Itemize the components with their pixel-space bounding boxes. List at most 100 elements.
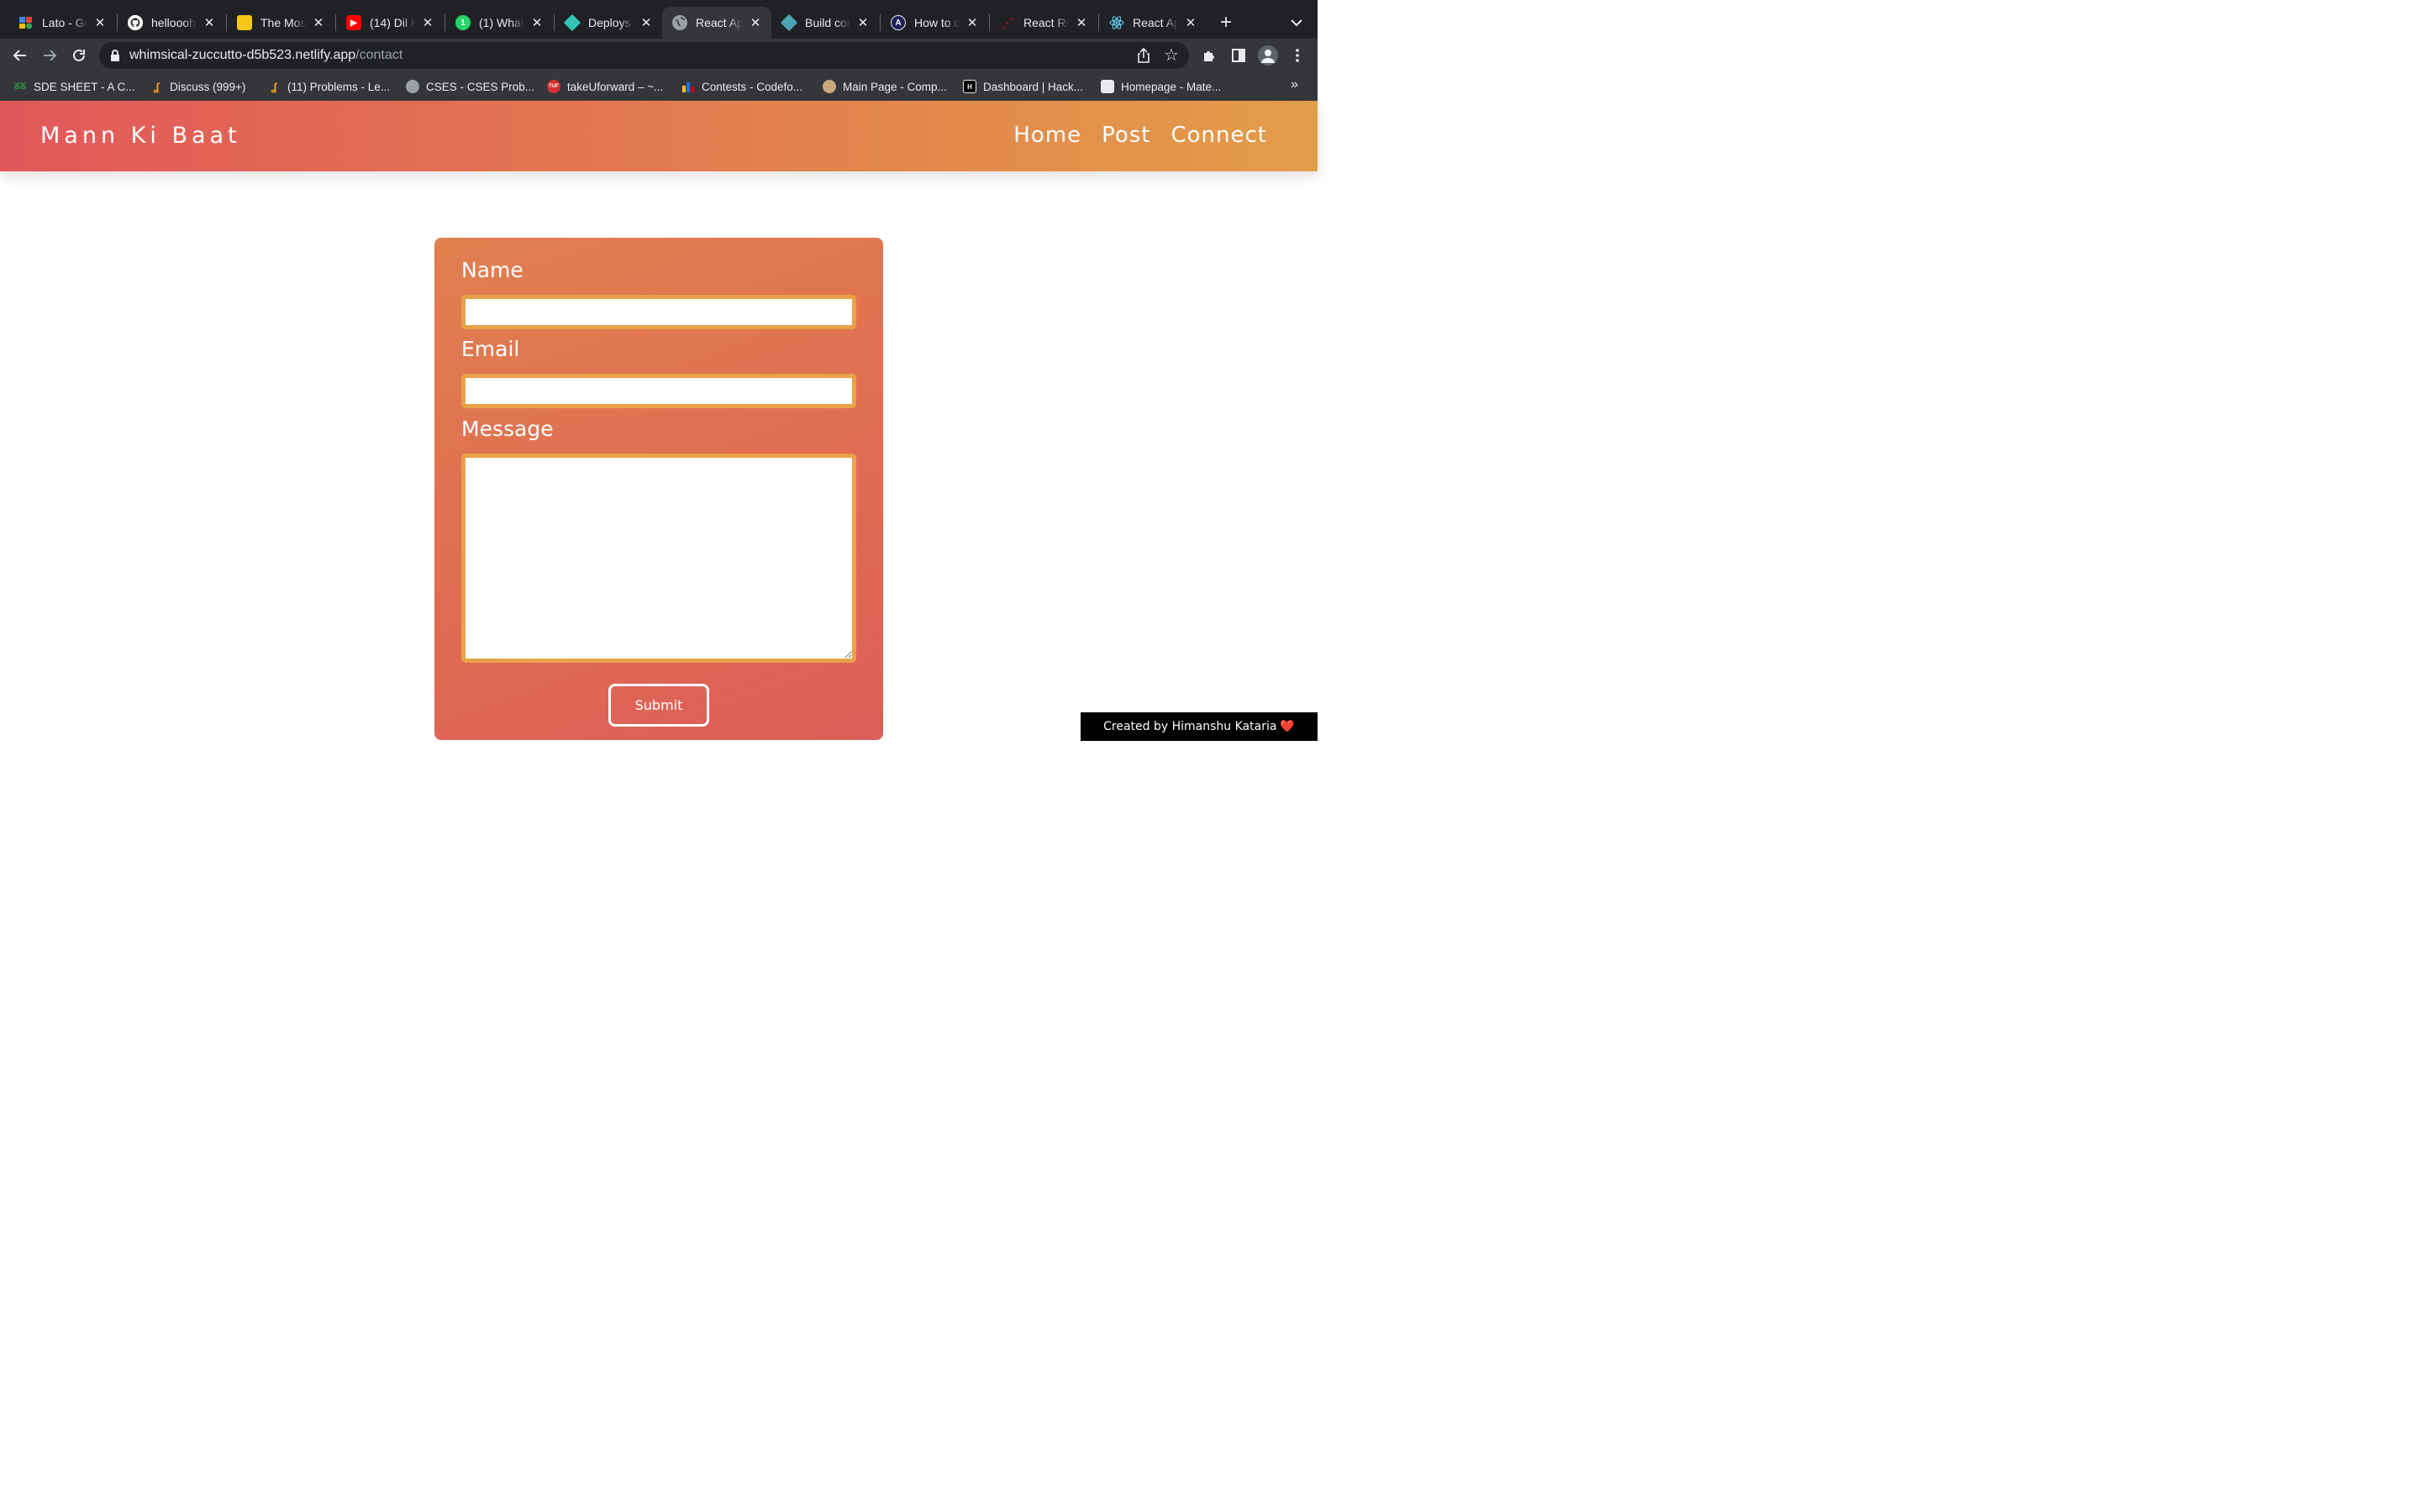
netlify-icon xyxy=(780,13,798,32)
whatsapp-icon: 1 xyxy=(455,15,471,30)
tab[interactable]: 1 (1) WhatsApp ✕ xyxy=(445,7,553,39)
site-navbar: Mann Ki Baat Home Post Connect xyxy=(0,101,1318,171)
bookmark-item[interactable]: Contests - Codefo... xyxy=(681,78,802,95)
close-icon[interactable]: ✕ xyxy=(1074,15,1089,30)
tab-title: The Most xyxy=(260,16,306,29)
url-host: whimsical-zuccutto-d5b523.netlify.app xyxy=(129,48,356,62)
close-icon[interactable]: ✕ xyxy=(202,15,217,30)
tab[interactable]: ⋰ React Router ✕ xyxy=(990,7,1097,39)
tab-search-chevron-icon[interactable] xyxy=(1287,13,1306,32)
gfg-icon: ᘜᘜ xyxy=(13,81,27,92)
site-brand[interactable]: Mann Ki Baat xyxy=(40,123,241,149)
bookmark-label: Dashboard | Hack... xyxy=(983,80,1084,93)
tab-title: React Router xyxy=(1023,16,1069,29)
bookmark-label: Main Page - Comp... xyxy=(843,80,947,93)
submit-button[interactable]: Submit xyxy=(608,684,709,727)
a-icon: A xyxy=(891,15,906,30)
email-label: Email xyxy=(461,337,520,361)
bookmark-label: Discuss (999+) xyxy=(170,80,246,93)
tab[interactable]: Lato - Google Fonts ✕ xyxy=(8,7,116,39)
youtube-icon: ▶ xyxy=(346,15,361,30)
browser-toolbar: whimsical-zuccutto-d5b523.netlify.app/co… xyxy=(0,39,1318,72)
tab[interactable]: React App ✕ xyxy=(1099,7,1207,39)
bookmark-label: CSES - CSES Prob... xyxy=(426,80,535,93)
heart-icon: ❤️ xyxy=(1280,720,1295,733)
hackerrank-icon: H xyxy=(963,80,976,93)
bookmark-item[interactable]: CSES - CSES Prob... xyxy=(406,78,534,95)
bookmark-item[interactable]: ᘜᘜ SDE SHEET - A C... xyxy=(13,78,135,95)
nav-link-post[interactable]: Post xyxy=(1102,123,1150,148)
globe-icon xyxy=(672,15,687,30)
tab-strip: Lato - Google Fonts ✕ hellooohk ✕ The Mo… xyxy=(0,0,1318,39)
tab-title: Build config xyxy=(805,16,850,29)
close-icon[interactable]: ✕ xyxy=(420,15,435,30)
side-panel-icon[interactable] xyxy=(1227,44,1250,67)
profile-avatar[interactable] xyxy=(1256,44,1280,67)
bookmark-item[interactable]: ʆ Discuss (999+) xyxy=(150,78,245,95)
credit-badge: Created by Himanshu Kataria ❤️ xyxy=(1081,712,1318,741)
close-icon[interactable]: ✕ xyxy=(1183,15,1198,30)
message-textarea[interactable] xyxy=(461,454,856,663)
nav-link-home[interactable]: Home xyxy=(1013,123,1081,148)
netlify-icon xyxy=(563,13,581,32)
tab[interactable]: Deploys | Netlify ✕ xyxy=(555,7,662,39)
address-bar[interactable]: whimsical-zuccutto-d5b523.netlify.app/co… xyxy=(99,42,1189,69)
codeforces-icon xyxy=(681,80,695,93)
bookmark-star-icon[interactable]: ☆ xyxy=(1162,46,1181,65)
browser-chrome: Lato - Google Fonts ✕ hellooohk ✕ The Mo… xyxy=(0,0,1318,101)
tab-title: How to deploy xyxy=(914,16,960,29)
close-icon[interactable]: ✕ xyxy=(311,15,326,30)
bookmark-item[interactable]: Homepage - Mate... xyxy=(1101,78,1221,95)
back-arrow-icon[interactable] xyxy=(8,44,32,67)
email-input[interactable] xyxy=(461,374,856,408)
tab-active[interactable]: React App ✕ xyxy=(662,7,771,39)
close-icon[interactable]: ✕ xyxy=(855,15,871,30)
url-text[interactable]: whimsical-zuccutto-d5b523.netlify.app/co… xyxy=(129,48,402,63)
url-path: /contact xyxy=(355,48,403,62)
tuf-icon: TUF xyxy=(547,80,560,93)
tab[interactable]: A How to deploy ✕ xyxy=(881,7,988,39)
tab-title: React App xyxy=(1133,16,1178,29)
bookmark-label: takeUforward – ~... xyxy=(567,80,664,93)
reload-icon[interactable] xyxy=(67,44,91,67)
tab-title: Lato - Google Fonts xyxy=(42,16,87,29)
close-icon[interactable]: ✕ xyxy=(92,15,108,30)
extensions-puzzle-icon[interactable] xyxy=(1197,44,1221,67)
tab[interactable]: The Most ✕ xyxy=(227,7,334,39)
bookmarks-bar: ᘜᘜ SDE SHEET - A C... ʆ Discuss (999+) ʆ (1… xyxy=(0,72,1318,101)
more-bookmarks-chevron-icon[interactable]: » xyxy=(1291,77,1298,92)
bookmark-item[interactable]: ʆ (11) Problems - Le... xyxy=(267,78,390,95)
close-icon[interactable]: ✕ xyxy=(639,15,654,30)
globe-icon xyxy=(406,80,419,93)
nav-link-connect[interactable]: Connect xyxy=(1171,123,1267,148)
bookmark-item[interactable]: TUF takeUforward – ~... xyxy=(547,78,663,95)
credit-text: Created by Himanshu Kataria xyxy=(1103,720,1277,733)
bookmark-icon xyxy=(237,15,252,30)
site-nav: Home Post Connect xyxy=(1013,123,1267,148)
google-fonts-icon xyxy=(18,15,34,30)
kebab-menu-icon[interactable] xyxy=(1286,44,1309,67)
tab[interactable]: ▶ (14) Dil Ko ✕ xyxy=(336,7,444,39)
share-icon[interactable] xyxy=(1135,47,1152,64)
close-icon[interactable]: ✕ xyxy=(965,15,980,30)
react-icon xyxy=(1109,15,1124,30)
lock-icon[interactable] xyxy=(109,49,121,62)
bookmark-item[interactable]: H Dashboard | Hack... xyxy=(963,78,1083,95)
forward-arrow-icon[interactable] xyxy=(38,44,61,67)
new-tab-button[interactable]: + xyxy=(1215,11,1237,34)
tab[interactable]: Build config ✕ xyxy=(771,7,879,39)
github-icon xyxy=(128,15,143,30)
bookmark-item[interactable]: Main Page - Comp... xyxy=(823,78,947,95)
bookmark-label: Contests - Codefo... xyxy=(702,80,803,93)
tab[interactable]: hellooohk ✕ xyxy=(118,7,225,39)
react-router-icon: ⋰ xyxy=(1002,15,1013,29)
close-icon[interactable]: ✕ xyxy=(529,15,544,30)
tab-title: (1) WhatsApp xyxy=(479,16,524,29)
tab-title: React App xyxy=(696,16,743,29)
name-input[interactable] xyxy=(461,295,856,329)
tab-title: Deploys | Netlify xyxy=(588,16,634,29)
contact-form: Name Email Message Submit xyxy=(434,238,883,740)
bookmark-label: Homepage - Mate... xyxy=(1121,80,1222,93)
message-label: Message xyxy=(461,417,554,441)
close-icon[interactable]: ✕ xyxy=(748,15,763,30)
